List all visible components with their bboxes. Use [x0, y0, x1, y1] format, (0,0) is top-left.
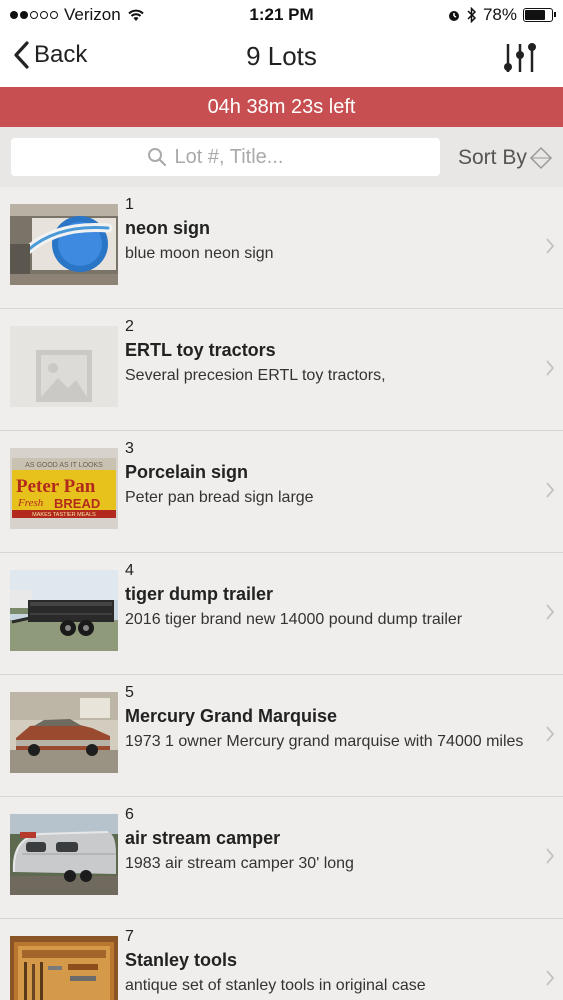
list-item[interactable]: AS GOOD AS IT LOOKS Peter Pan Fresh BREA…	[0, 431, 563, 553]
search-row: Sort By	[0, 127, 563, 187]
sort-by-label: Sort By	[458, 146, 527, 169]
lot-number: 5	[125, 684, 134, 701]
list-item[interactable]: 1 neon sign blue moon neon sign	[0, 187, 563, 309]
lot-title: neon sign	[125, 218, 210, 238]
back-label: Back	[34, 41, 88, 68]
chevron-right-icon	[546, 360, 555, 376]
lot-thumbnail	[10, 692, 118, 773]
svg-text:Fresh: Fresh	[17, 497, 44, 509]
alarm-icon	[448, 11, 459, 21]
chevron-right-icon	[546, 482, 555, 498]
lot-title: Stanley tools	[125, 950, 238, 970]
lot-description: blue moon neon sign	[125, 245, 274, 262]
lot-description: Several precesion ERTL toy tractors,	[125, 367, 386, 384]
battery-icon	[523, 8, 556, 22]
lot-title: ERTL toy tractors	[125, 340, 276, 360]
chevron-right-icon	[546, 848, 555, 864]
time-remaining-banner: 04h 38m 23s left	[0, 87, 563, 127]
lot-description: 1983 air stream camper 30' long	[125, 855, 354, 872]
lot-description: 2016 tiger brand new 14000 pound dump tr…	[125, 611, 463, 628]
lot-list: 1 neon sign blue moon neon sign 2 ERTL t…	[0, 187, 563, 1000]
list-item[interactable]: 7 Stanley tools antique set of stanley t…	[0, 919, 563, 1000]
blue-moon-sign-photo	[10, 204, 118, 285]
sort-by-button[interactable]: Sort By	[458, 145, 553, 171]
lot-thumbnail	[10, 204, 118, 285]
list-item[interactable]: 2 ERTL toy tractors Several precesion ER…	[0, 309, 563, 431]
lot-description: 1973 1 owner Mercury grand marquise with…	[125, 733, 524, 750]
svg-text:Peter Pan: Peter Pan	[16, 476, 96, 497]
bluetooth-icon	[467, 7, 477, 23]
status-bar: Verizon 1:21 PM 78%	[0, 0, 563, 30]
lot-number: 7	[125, 928, 134, 945]
search-input[interactable]	[174, 145, 305, 169]
chevron-right-icon	[546, 970, 555, 986]
back-button[interactable]: Back	[12, 40, 87, 70]
lot-number: 4	[125, 562, 134, 579]
search-field[interactable]	[11, 138, 440, 176]
lot-number: 2	[125, 318, 134, 335]
status-right: 78%	[447, 5, 556, 25]
lot-thumbnail	[10, 814, 118, 895]
lot-thumbnail: AS GOOD AS IT LOOKS Peter Pan Fresh BREA…	[10, 448, 118, 529]
battery-percent: 78%	[482, 5, 517, 24]
chevron-right-icon	[546, 604, 555, 620]
list-item[interactable]: 4 tiger dump trailer 2016 tiger brand ne…	[0, 553, 563, 675]
lot-thumbnail	[10, 936, 118, 1000]
sort-diamond-icon	[529, 146, 552, 170]
list-item[interactable]: 5 Mercury Grand Marquise 1973 1 owner Me…	[0, 675, 563, 797]
placeholder-image-icon	[10, 326, 118, 407]
chevron-right-icon	[546, 238, 555, 254]
chevron-left-icon	[14, 41, 29, 69]
lot-title: tiger dump trailer	[125, 584, 274, 604]
trailer-photo	[10, 570, 118, 651]
lot-number: 6	[125, 806, 134, 823]
search-icon	[147, 148, 166, 167]
filter-sliders-icon[interactable]	[503, 40, 537, 76]
lot-thumbnail	[10, 326, 118, 407]
camper-photo	[10, 814, 118, 895]
lot-number: 3	[125, 440, 134, 457]
car-photo	[10, 692, 118, 773]
lot-title: Porcelain sign	[125, 462, 249, 482]
svg-text:MAKES TASTIER MEALS: MAKES TASTIER MEALS	[32, 512, 96, 518]
lot-description: Peter pan bread sign large	[125, 489, 314, 506]
chevron-right-icon	[546, 726, 555, 742]
lot-title: air stream camper	[125, 828, 281, 848]
tools-photo	[10, 936, 118, 1000]
svg-text:BREAD: BREAD	[54, 496, 100, 511]
navigation-bar: Back 9 Lots	[0, 30, 563, 87]
peter-pan-sign-photo: AS GOOD AS IT LOOKS Peter Pan Fresh BREA…	[10, 448, 118, 529]
lot-description: antique set of stanley tools in original…	[125, 977, 426, 994]
lot-thumbnail	[10, 570, 118, 651]
list-item[interactable]: 6 air stream camper 1983 air stream camp…	[0, 797, 563, 919]
svg-text:AS GOOD AS IT LOOKS: AS GOOD AS IT LOOKS	[25, 462, 103, 469]
lot-title: Mercury Grand Marquise	[125, 706, 338, 726]
lot-number: 1	[125, 196, 134, 213]
